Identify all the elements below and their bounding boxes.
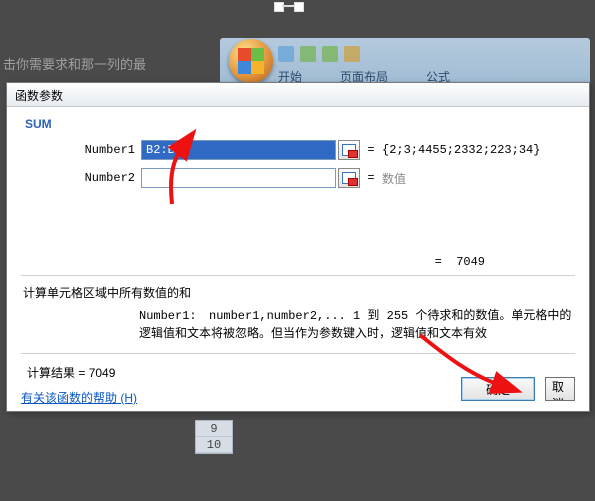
qat-save-icon[interactable] <box>278 46 294 62</box>
qat-undo-icon[interactable] <box>300 46 316 62</box>
range-selector-icon <box>342 172 356 184</box>
top-resize-handle <box>274 0 304 10</box>
quick-access-toolbar <box>278 44 360 64</box>
arg-preview: 数值 <box>382 170 406 187</box>
row-number-gutter: 9 10 <box>195 420 233 454</box>
row-number[interactable]: 9 <box>196 421 232 437</box>
arg-label: Number2 <box>21 171 141 185</box>
office-button[interactable] <box>229 39 273 83</box>
function-arguments-dialog: 函数参数 SUM Number1 = {2;3;4455;2332;223;34… <box>6 82 590 412</box>
number1-input[interactable] <box>141 140 336 160</box>
bg-hint-text: 击你需要求和那一列的最 <box>3 54 146 73</box>
collapse-dialog-button[interactable] <box>338 168 360 188</box>
function-name-label: SUM <box>25 117 575 131</box>
cancel-button[interactable]: 取消 <box>545 377 575 401</box>
number2-input[interactable] <box>141 168 336 188</box>
equals-sign: = <box>364 171 378 185</box>
row-number[interactable]: 10 <box>196 437 232 453</box>
help-link[interactable]: 有关该函数的帮助 (H) <box>21 389 137 406</box>
range-selector-icon <box>342 144 356 156</box>
argument-help: Number1:number1,number2,... 1 到 255 个待求和… <box>21 307 575 347</box>
arg-row-number1: Number1 = {2;3;4455;2332;223;34} <box>21 139 575 161</box>
arg-row-number2: Number2 = 数值 <box>21 167 575 189</box>
separator <box>21 275 575 276</box>
intermediate-result: = 7049 <box>21 255 575 269</box>
qat-redo-icon[interactable] <box>322 46 338 62</box>
function-description: 计算单元格区域中所有数值的和 <box>21 284 575 307</box>
collapse-dialog-button[interactable] <box>338 140 360 160</box>
dialog-title: 函数参数 <box>7 83 589 107</box>
office-logo-icon <box>238 48 264 74</box>
arg-label: Number1 <box>21 143 141 157</box>
arg-preview: {2;3;4455;2332;223;34} <box>382 143 540 157</box>
separator <box>21 353 575 354</box>
ok-button[interactable]: 确定 <box>461 377 535 401</box>
equals-sign: = <box>364 143 378 157</box>
qat-print-icon[interactable] <box>344 46 360 62</box>
